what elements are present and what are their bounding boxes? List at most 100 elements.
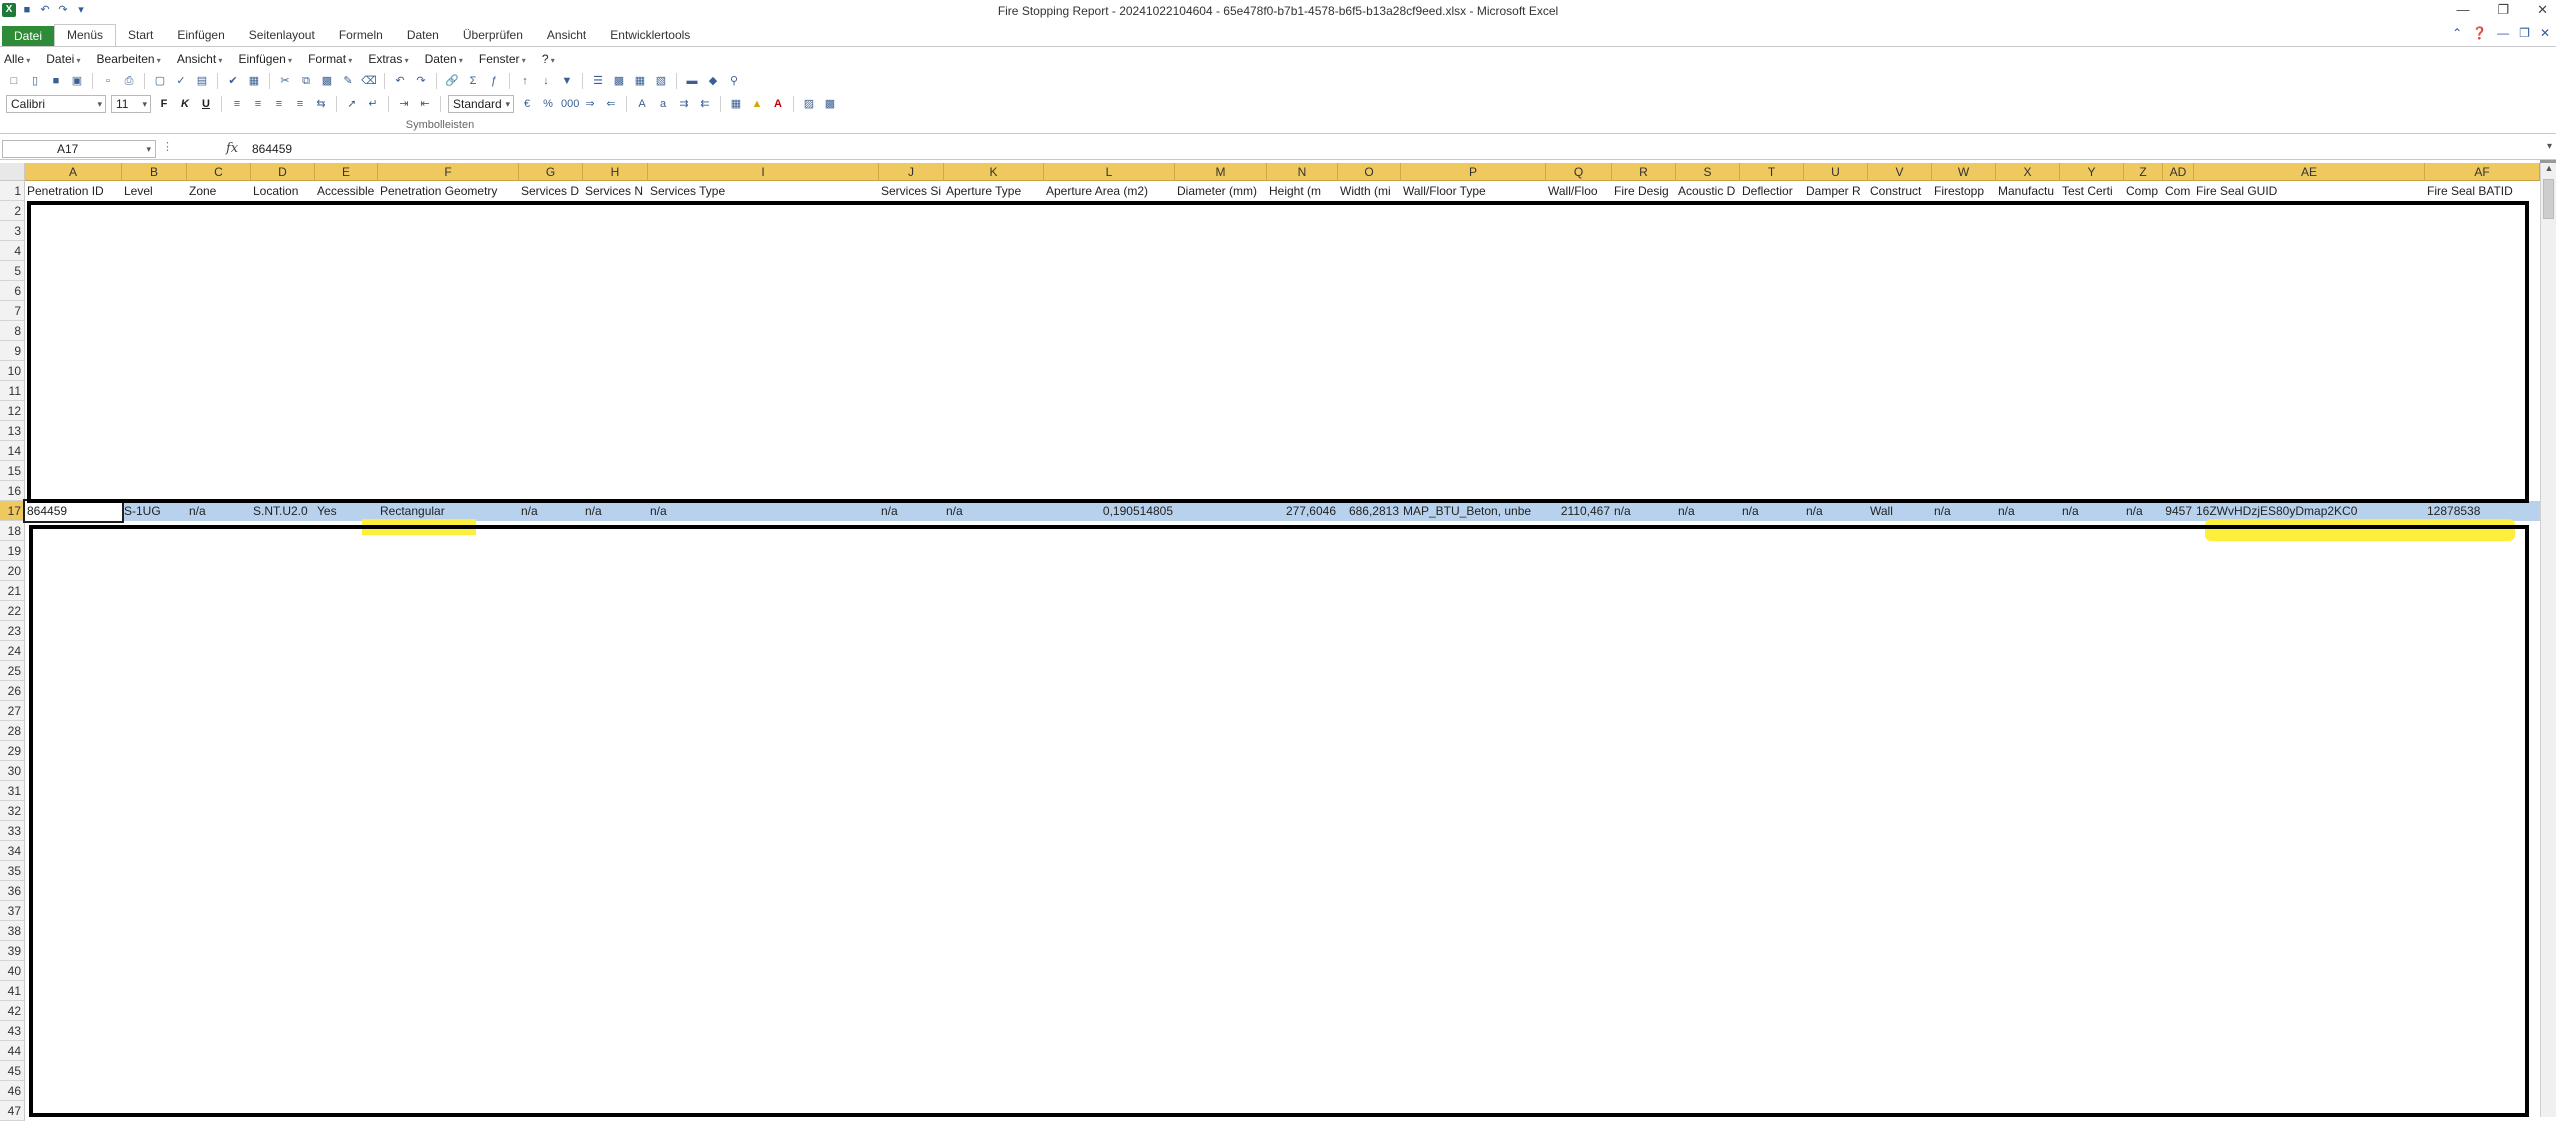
column-header-h[interactable]: H <box>583 163 648 181</box>
new-icon[interactable]: □ <box>6 73 22 89</box>
column-header-z[interactable]: Z <box>2124 163 2163 181</box>
data-cell-g17[interactable]: n/a <box>519 501 583 521</box>
menu-format[interactable]: Format <box>308 52 352 66</box>
header-cell-v[interactable]: Construct <box>1868 181 1932 201</box>
column-header-q[interactable]: Q <box>1546 163 1612 181</box>
decrease-decimal-icon[interactable]: ⇐ <box>603 96 619 112</box>
eraser-icon[interactable]: ⌫ <box>361 73 377 89</box>
italic-button[interactable]: K <box>177 96 193 112</box>
tab-view[interactable]: Ansicht <box>535 25 598 46</box>
row-header-41[interactable]: 41 <box>0 981 25 1001</box>
number-format-combo[interactable]: Standard <box>448 95 514 113</box>
menu-all[interactable]: Alle <box>4 52 30 66</box>
header-cell-n[interactable]: Height (m <box>1267 181 1338 201</box>
header-cell-t[interactable]: Deflectior <box>1740 181 1804 201</box>
conditional-format-icon[interactable]: ▨ <box>801 96 817 112</box>
menu-tools[interactable]: Extras <box>368 52 408 66</box>
header-cell-d[interactable]: Location <box>251 181 315 201</box>
align-left-icon[interactable]: ≡ <box>229 96 245 112</box>
data-cell-m17[interactable] <box>1175 501 1267 521</box>
column-header-i[interactable]: I <box>648 163 879 181</box>
pdf-icon[interactable]: ▫ <box>100 73 116 89</box>
research-icon[interactable]: ▤ <box>194 73 210 89</box>
shapes-icon[interactable]: ◆ <box>705 73 721 89</box>
name-box[interactable]: A17 <box>2 140 156 158</box>
row-header-44[interactable]: 44 <box>0 1041 25 1061</box>
data-cell-s17[interactable]: n/a <box>1676 501 1740 521</box>
autosum-icon[interactable]: Σ <box>465 73 481 89</box>
row-header-4[interactable]: 4 <box>0 241 25 261</box>
insert-function-icon[interactable]: fx <box>226 141 238 156</box>
header-cell-u[interactable]: Damper R <box>1804 181 1868 201</box>
column-header-a[interactable]: A <box>25 163 122 181</box>
row-header-17[interactable]: 17 <box>0 501 25 521</box>
open-icon[interactable]: ▯ <box>27 73 43 89</box>
save-icon[interactable]: ■ <box>48 73 64 89</box>
tab-page-layout[interactable]: Seitenlayout <box>237 25 327 46</box>
align-center-icon[interactable]: ≡ <box>250 96 266 112</box>
zoom-icon[interactable]: ⚲ <box>726 73 742 89</box>
menu-insert[interactable]: Einfügen <box>238 52 292 66</box>
tab-review[interactable]: Überprüfen <box>451 25 535 46</box>
header-cell-z[interactable]: Comp <box>2124 181 2163 201</box>
row-header-9[interactable]: 9 <box>0 341 25 361</box>
tab-menus[interactable]: Menüs <box>54 24 117 46</box>
menu-file[interactable]: Datei <box>46 52 80 66</box>
data-cell-ae17[interactable]: 16ZWvHDzjES80yDmap2KC0 <box>2194 501 2425 521</box>
increase-decimal-icon[interactable]: ⇒ <box>582 96 598 112</box>
row-header-24[interactable]: 24 <box>0 641 25 661</box>
header-cell-q[interactable]: Wall/Floo <box>1546 181 1612 201</box>
outdent-icon[interactable]: ⇤ <box>417 96 433 112</box>
row-header-30[interactable]: 30 <box>0 761 25 781</box>
column-header-o[interactable]: O <box>1338 163 1401 181</box>
filter-icon[interactable]: ▼ <box>559 73 575 89</box>
column-header-l[interactable]: L <box>1044 163 1175 181</box>
data-cell-ad17[interactable]: 9457 <box>2163 501 2194 521</box>
row-header-3[interactable]: 3 <box>0 221 25 241</box>
data-cell-n17[interactable]: 277,6046 <box>1267 501 1338 521</box>
header-cell-s[interactable]: Acoustic D <box>1676 181 1740 201</box>
header-cell-j[interactable]: Services Si <box>879 181 944 201</box>
menu-view[interactable]: Ansicht <box>177 52 223 66</box>
row-header-45[interactable]: 45 <box>0 1061 25 1081</box>
worksheet-grid[interactable]: A B C D E F G H I J K L M N O P Q R S T U V W X Y Z AD AE AF 1 2 3 4 5 6 7 8… <box>0 163 2540 1121</box>
row-header-28[interactable]: 28 <box>0 721 25 741</box>
tab-data[interactable]: Daten <box>395 25 451 46</box>
row-header-46[interactable]: 46 <box>0 1081 25 1101</box>
column-header-af[interactable]: AF <box>2425 163 2540 181</box>
restore-icon[interactable]: ❐ <box>2497 2 2509 18</box>
column-header-u[interactable]: U <box>1804 163 1868 181</box>
fill-color-icon[interactable]: ▲ <box>749 96 765 112</box>
column-header-ae[interactable]: AE <box>2194 163 2425 181</box>
print-preview-icon[interactable]: ▢ <box>152 73 168 89</box>
data-cell-a17[interactable]: 864459 <box>25 501 122 521</box>
data-cell-l17[interactable]: 0,190514805 <box>1044 501 1175 521</box>
indent-icon[interactable]: ⇥ <box>396 96 412 112</box>
expand-formula-bar-icon[interactable]: ▾ <box>2547 141 2552 152</box>
header-cell-c[interactable]: Zone <box>187 181 251 201</box>
column-header-g[interactable]: G <box>519 163 583 181</box>
row-header-39[interactable]: 39 <box>0 941 25 961</box>
header-cell-g[interactable]: Services D <box>519 181 583 201</box>
row-header-5[interactable]: 5 <box>0 261 25 281</box>
column-header-d[interactable]: D <box>251 163 315 181</box>
header-cell-o[interactable]: Width (mi <box>1338 181 1401 201</box>
row-header-10[interactable]: 10 <box>0 361 25 381</box>
data-cell-r17[interactable]: n/a <box>1612 501 1676 521</box>
row-header-23[interactable]: 23 <box>0 621 25 641</box>
column-header-e[interactable]: E <box>315 163 378 181</box>
sort-ascending-icon[interactable]: ↑ <box>517 73 533 89</box>
indent-less-icon[interactable]: ⇇ <box>697 96 713 112</box>
row-header-8[interactable]: 8 <box>0 321 25 341</box>
header-cell-f[interactable]: Penetration Geometry <box>378 181 519 201</box>
row-header-1[interactable]: 1 <box>0 181 25 201</box>
row-header-40[interactable]: 40 <box>0 961 25 981</box>
data-cell-t17[interactable]: n/a <box>1740 501 1804 521</box>
header-cell-af[interactable]: Fire Seal BATID <box>2425 181 2540 201</box>
header-cell-k[interactable]: Aperture Type <box>944 181 1044 201</box>
row-header-13[interactable]: 13 <box>0 421 25 441</box>
menu-help[interactable]: ? <box>542 52 555 66</box>
row-header-34[interactable]: 34 <box>0 841 25 861</box>
header-cell-w[interactable]: Firestopp <box>1932 181 1996 201</box>
pivot-icon[interactable]: ▦ <box>632 73 648 89</box>
